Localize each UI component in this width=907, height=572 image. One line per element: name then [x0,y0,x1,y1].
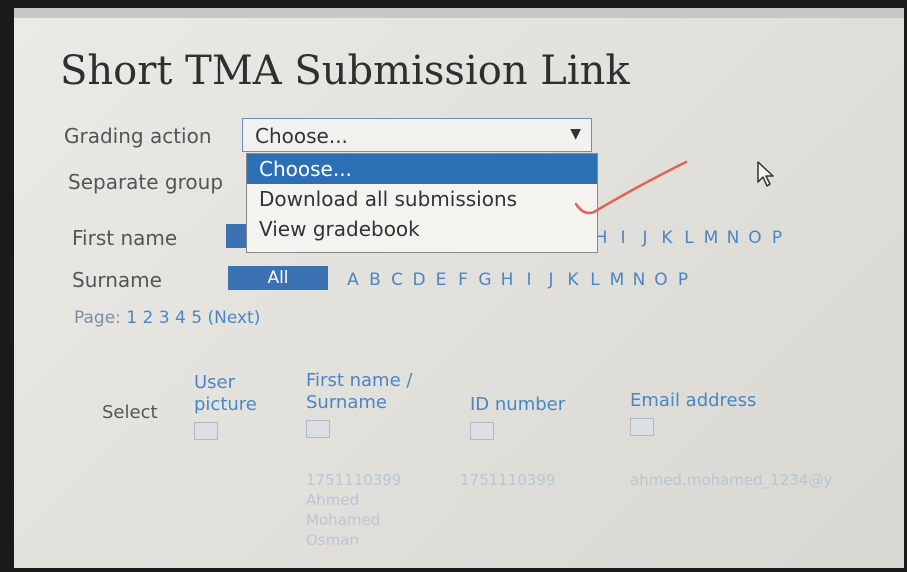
column-header-user-picture[interactable]: User picture [194,372,274,440]
surname-letter-e[interactable]: E [432,270,450,290]
option-choose[interactable]: Choose... [247,154,597,184]
row-name-line-4: Osman [306,531,359,549]
screen: Short TMA Submission Link Grading action… [14,8,904,568]
surname-letter-p[interactable]: P [674,270,692,290]
first-name-letter-i[interactable]: I [614,228,632,248]
surname-letter-a[interactable]: A [344,270,362,290]
column-header-user-picture-label: User picture [194,372,257,415]
first-name-letter-j[interactable]: J [636,228,654,248]
column-header-select: Select [102,402,158,423]
surname-letter-o[interactable]: O [652,270,670,290]
collapse-column-icon[interactable] [306,420,330,438]
pagination-label: Page: [74,308,121,328]
page-title: Short TMA Submission Link [60,48,630,94]
page-link-next[interactable]: (Next) [207,308,260,328]
row-name-line-2: Ahmed [306,491,360,509]
first-name-letter-l[interactable]: L [680,228,698,248]
first-name-letter-k[interactable]: K [658,228,676,248]
column-header-id-number[interactable]: ID number [470,394,590,440]
surname-letter-c[interactable]: C [388,270,406,290]
mouse-cursor-icon [757,161,774,187]
surname-letter-g[interactable]: G [476,270,494,290]
surname-letter-n[interactable]: N [630,270,648,290]
table-row-name[interactable]: 1751110399 Ahmed Mohamed Osman [306,470,401,550]
row-name-line-3: Mohamed [306,511,381,529]
grading-action-menu: Choose... Download all submissions View … [246,153,598,253]
first-name-letter-p[interactable]: P [768,228,786,248]
column-header-email-label: Email address [630,390,757,411]
column-header-id-number-label: ID number [470,394,566,415]
surname-letter-h[interactable]: H [498,270,516,290]
collapse-column-icon[interactable] [194,422,218,440]
surname-filter-label: Surname [72,268,162,292]
red-check-annotation [574,160,688,215]
collapse-column-icon[interactable] [630,418,654,436]
surname-letter-j[interactable]: J [542,270,560,290]
surname-letters: A B C D E F G H I J K L M N O P [344,270,692,290]
surname-letter-k[interactable]: K [564,270,582,290]
top-bar [14,8,904,18]
first-name-letter-o[interactable]: O [746,228,764,248]
first-name-letter-m[interactable]: M [702,228,720,248]
grading-action-label: Grading action [64,124,212,148]
option-download-all-submissions[interactable]: Download all submissions [247,184,597,214]
row-name-line-1: 1751110399 [306,471,402,489]
column-header-name-label: First name / Surname [306,370,413,413]
surname-letter-b[interactable]: B [366,270,384,290]
surname-letter-d[interactable]: D [410,270,428,290]
option-view-gradebook[interactable]: View gradebook [247,214,597,244]
grading-action-select[interactable]: Choose... ▼ [242,118,592,152]
chevron-down-icon: ▼ [570,126,581,142]
grading-action-value: Choose... [255,124,348,148]
page-link-4[interactable]: 4 [175,308,186,328]
page-link-5[interactable]: 5 [191,308,202,328]
table-row-email: ahmed.mohamed_1234@y [630,471,833,489]
surname-letter-m[interactable]: M [608,270,626,290]
page-link-3[interactable]: 3 [159,308,170,328]
surname-all-button[interactable]: All [228,266,328,290]
first-name-filter-label: First name [72,226,178,250]
column-header-email[interactable]: Email address [630,390,790,436]
collapse-column-icon[interactable] [470,422,494,440]
surname-letter-l[interactable]: L [586,270,604,290]
page-link-1[interactable]: 1 [126,308,137,328]
page-link-2[interactable]: 2 [143,308,154,328]
first-name-letter-n[interactable]: N [724,228,742,248]
first-name-letters: H I J K L M N O P [592,228,786,248]
pagination: Page: 1 2 3 4 5 (Next) [74,308,260,328]
column-header-name[interactable]: First name / Surname [306,370,446,438]
surname-letter-f[interactable]: F [454,270,472,290]
table-row-id-number: 1751110399 [460,471,556,489]
surname-letter-i[interactable]: I [520,270,538,290]
separate-groups-label: Separate group [68,170,224,194]
